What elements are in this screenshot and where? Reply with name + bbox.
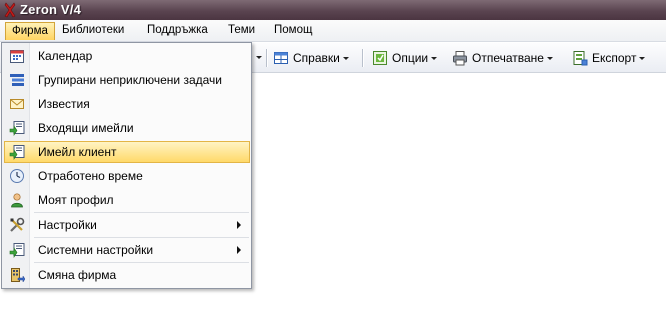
menu-item-label: Отработено време [38,169,143,183]
menu-item-worked-time[interactable]: Отработено време [4,165,250,187]
menu-item-label: Моят профил [38,193,114,207]
export-button[interactable]: Експорт [572,48,646,68]
toolbar-separator [266,49,267,67]
menu-item-label: Имейл клиент [38,145,117,159]
inbox-icon [9,121,25,136]
change-company-icon [11,268,25,283]
reports-button[interactable]: Справки [273,48,349,68]
menu-item-system-settings[interactable]: Системни настройки [4,239,250,261]
hidden-button-dropdown-arrow[interactable] [256,56,262,59]
reports-dropdown-arrow [342,56,349,60]
menu-libraries[interactable]: Библиотеки [56,22,130,40]
menu-separator [34,262,249,263]
menu-bar: Фирма Библиотеки Поддръжка Теми Помощ [0,20,666,42]
reports-label: Справки [293,51,340,65]
menu-item-settings[interactable]: Настройки [4,214,250,236]
submenu-arrow-icon [237,246,241,254]
system-settings-icon [9,243,25,258]
app-icon [4,2,16,18]
firma-dropdown-menu: Календар Групирани неприключени задачи И… [1,42,252,289]
export-dropdown-arrow [639,56,646,60]
clock-icon [10,169,24,183]
export-label: Експорт [592,51,637,65]
menu-help[interactable]: Помощ [268,22,318,40]
calendar-icon [10,50,24,63]
submenu-arrow-icon [237,221,241,229]
menu-support[interactable]: Поддръжка [141,22,214,40]
grouped-tasks-icon [10,74,24,86]
menu-item-label: Системни настройки [38,243,154,257]
email-client-icon [9,145,25,160]
menu-firma[interactable]: Фирма [5,22,55,40]
menu-item-my-profile[interactable]: Моят профил [4,189,250,211]
menu-item-label: Групирани неприключени задачи [38,73,223,87]
menu-item-label: Настройки [38,218,97,232]
options-dropdown-arrow [431,56,438,60]
export-icon [573,51,588,66]
menu-separator [34,237,249,238]
menu-item-label: Известия [38,97,90,111]
print-dropdown-arrow [546,56,553,60]
menu-item-change-company[interactable]: Смяна фирма [4,264,250,286]
menu-themes[interactable]: Теми [222,22,261,40]
window-title: Zeron V/4 [20,2,82,17]
print-button[interactable]: Отпечатване [452,48,553,68]
menu-item-email-client[interactable]: Имейл клиент [4,141,250,163]
title-bar: Zeron V/4 [0,0,666,20]
user-icon [11,193,23,208]
menu-item-incoming-emails[interactable]: Входящи имейли [4,117,250,139]
menu-item-grouped-tasks[interactable]: Групирани неприключени задачи [4,69,250,91]
menu-separator [34,212,249,213]
reports-icon [274,52,288,64]
envelope-icon [10,99,24,109]
menu-item-label: Календар [38,49,93,63]
print-label: Отпечатване [472,51,544,65]
options-label: Опции [392,51,429,65]
menu-item-label: Смяна фирма [38,268,117,282]
menu-item-label: Входящи имейли [38,121,134,135]
options-button[interactable]: Опции [372,48,438,68]
printer-icon [453,51,467,66]
menu-item-calendar[interactable]: Календар [4,45,250,67]
options-icon [373,51,387,65]
toolbar-separator [362,49,363,67]
menu-item-notifications[interactable]: Известия [4,93,250,115]
tools-icon [10,217,25,232]
